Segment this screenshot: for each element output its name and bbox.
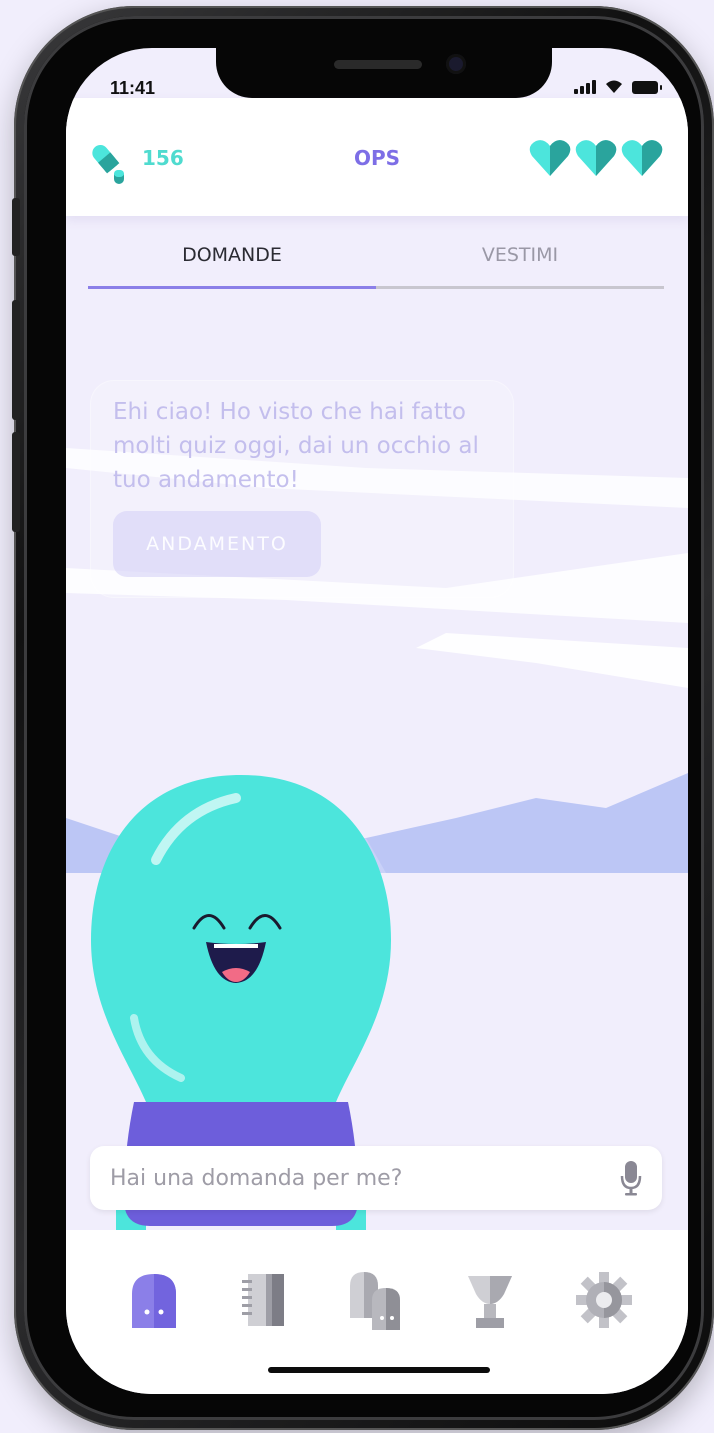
heart-icon: [621, 140, 663, 176]
volume-down-button: [12, 432, 20, 532]
notebook-icon[interactable]: [234, 1270, 294, 1330]
phone-screen: 11:41 156 OPS DOMANDE VESTIMI Ehi ciao! …: [66, 48, 688, 1394]
andamento-button[interactable]: ANDAMENTO: [113, 511, 321, 577]
front-camera: [446, 54, 466, 74]
volume-up-button: [12, 300, 20, 420]
gear-icon[interactable]: [574, 1270, 634, 1330]
question-input[interactable]: [110, 1146, 590, 1210]
tab-vestimi[interactable]: VESTIMI: [376, 244, 664, 266]
mascot-teeth: [214, 944, 258, 948]
status-icons: [574, 78, 662, 94]
cloud-streak: [416, 633, 688, 688]
speech-text: Ehi ciao! Ho visto che hai fatto molti q…: [113, 399, 479, 493]
bottom-nav: [66, 1230, 688, 1394]
trophy-icon[interactable]: [460, 1270, 520, 1330]
top-header: 156 OPS: [66, 98, 688, 216]
tab-domande[interactable]: DOMANDE: [88, 244, 376, 266]
tab-active-indicator: [88, 286, 376, 289]
door-icon[interactable]: [124, 1270, 184, 1330]
speech-bubble: Ehi ciao! Ho visto che hai fatto molti q…: [90, 380, 514, 598]
speaker-grill: [334, 60, 422, 69]
doors-icon[interactable]: [346, 1270, 406, 1330]
tab-bar: DOMANDE VESTIMI: [88, 244, 664, 294]
status-time: 11:41: [110, 78, 156, 98]
app-stage: 11:41 156 OPS DOMANDE VESTIMI Ehi ciao! …: [0, 0, 714, 1433]
microphone-icon[interactable]: [620, 1160, 642, 1196]
notch: [216, 48, 552, 98]
heart-icon: [529, 140, 571, 176]
signal-icon: [574, 78, 596, 94]
battery-icon: [632, 81, 662, 94]
lives-hearts: [528, 138, 664, 178]
mascot-body: [91, 775, 391, 1102]
mute-switch: [12, 198, 20, 256]
heart-icon: [575, 140, 617, 176]
question-box: [90, 1146, 662, 1210]
home-indicator[interactable]: [268, 1367, 490, 1373]
wifi-icon: [606, 80, 622, 93]
